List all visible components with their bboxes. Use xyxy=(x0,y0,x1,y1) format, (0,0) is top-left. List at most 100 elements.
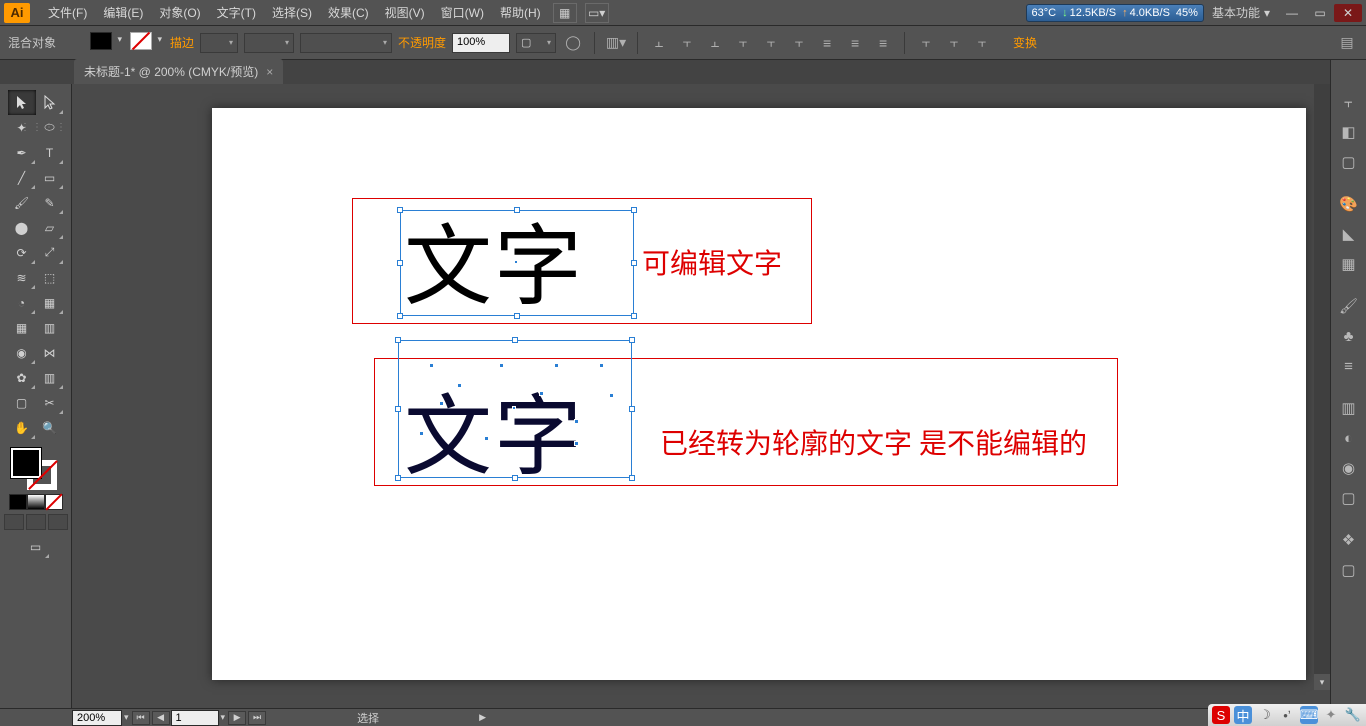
tray-sogou-icon[interactable]: S xyxy=(1212,706,1230,724)
stroke-color-well[interactable] xyxy=(130,32,152,50)
appearance-panel-icon[interactable]: ◉ xyxy=(1335,456,1363,480)
prev-artboard-button[interactable]: ◀ xyxy=(152,711,170,725)
free-transform-tool[interactable]: ⬚ xyxy=(36,265,64,290)
distribute-hcenter-icon[interactable]: ⫟ xyxy=(943,32,965,54)
eyedropper-tool[interactable]: ◉ xyxy=(8,340,36,365)
menu-view[interactable]: 视图(V) xyxy=(377,0,433,25)
menu-window[interactable]: 窗口(W) xyxy=(433,0,492,25)
last-artboard-button[interactable]: ⏭ xyxy=(248,711,266,725)
stroke-label[interactable]: 描边 xyxy=(170,34,194,51)
transform-panel-icon[interactable]: ▢ xyxy=(1335,150,1363,174)
line-tool[interactable]: ╱ xyxy=(8,165,36,190)
scale-tool[interactable]: ⤢ xyxy=(36,240,64,265)
align-vcenter-icon[interactable]: ⫟ xyxy=(760,32,782,54)
color-mode-swatch[interactable] xyxy=(9,494,27,510)
window-maximize[interactable]: ▭ xyxy=(1306,4,1334,22)
distribute-top-icon[interactable]: ≡ xyxy=(816,32,838,54)
graphic-style-dropdown[interactable]: ▢▾ xyxy=(516,33,556,53)
brushes-panel-icon[interactable]: 🖌 xyxy=(1335,294,1363,318)
scroll-down-icon[interactable]: ▾ xyxy=(1314,674,1330,690)
gradient-panel-icon[interactable]: ▥ xyxy=(1335,396,1363,420)
pathfinder-panel-icon[interactable]: ◧ xyxy=(1335,120,1363,144)
gradient-mode-swatch[interactable] xyxy=(27,494,45,510)
align-hcenter-icon[interactable]: ⫟ xyxy=(676,32,698,54)
selection-bounding-box-1[interactable] xyxy=(400,210,634,316)
shape-builder-tool[interactable]: ◔ xyxy=(8,290,36,315)
zoom-field[interactable]: 200% xyxy=(72,710,122,726)
swatches-panel-icon[interactable]: ▦ xyxy=(1335,252,1363,276)
opacity-value-field[interactable]: 100% xyxy=(452,33,510,53)
tray-ime-icon[interactable]: 中 xyxy=(1234,706,1252,724)
lasso-tool[interactable]: ⬭ xyxy=(36,115,64,140)
zoom-chevron-icon[interactable]: ▾ xyxy=(124,712,129,723)
tray-comma-icon[interactable]: •ʼ xyxy=(1278,706,1296,724)
arrange-documents-icon[interactable]: ▦ xyxy=(553,3,577,23)
type-tool[interactable]: T xyxy=(36,140,64,165)
color-guide-panel-icon[interactable]: ◣ xyxy=(1335,222,1363,246)
document-tab[interactable]: 未标题-1* @ 200% (CMYK/预览) × xyxy=(74,59,283,84)
menu-file[interactable]: 文件(F) xyxy=(40,0,95,25)
distribute-left-icon[interactable]: ⫟ xyxy=(915,32,937,54)
selection-bounding-box-2[interactable] xyxy=(398,340,632,478)
recolor-artwork-icon[interactable]: ◯ xyxy=(562,32,584,54)
opacity-label[interactable]: 不透明度 xyxy=(398,34,446,51)
draw-behind-icon[interactable] xyxy=(26,514,46,530)
distribute-bottom-icon[interactable]: ≡ xyxy=(872,32,894,54)
pen-tool[interactable]: ✒ xyxy=(8,140,36,165)
menu-select[interactable]: 选择(S) xyxy=(264,0,320,25)
status-flyout-icon[interactable]: ▶ xyxy=(479,712,486,723)
fill-color-well[interactable] xyxy=(90,32,112,50)
color-panel-icon[interactable]: 🎨 xyxy=(1335,192,1363,216)
transform-label[interactable]: 变换 xyxy=(1013,34,1037,51)
align-panel-icon[interactable]: ⫟ xyxy=(1335,90,1363,114)
window-minimize[interactable]: — xyxy=(1278,4,1306,22)
workspace-switcher[interactable]: 基本功能▾ xyxy=(1212,4,1270,21)
mesh-tool[interactable]: ▦ xyxy=(8,315,36,340)
window-close[interactable]: ✕ xyxy=(1334,4,1362,22)
width-tool[interactable]: ≋ xyxy=(8,265,36,290)
blob-brush-tool[interactable]: ⬤ xyxy=(8,215,36,240)
rectangle-tool[interactable]: ▭ xyxy=(36,165,64,190)
distribute-vcenter-icon[interactable]: ≡ xyxy=(844,32,866,54)
rotate-tool[interactable]: ⟳ xyxy=(8,240,36,265)
align-panel-icon[interactable]: ▥▾ xyxy=(605,32,627,54)
canvas-area[interactable]: 文字 文字 可编辑文字 已经转为轮廓的文字 是不能编辑的 ▴ xyxy=(72,60,1330,708)
menu-type[interactable]: 文字(T) xyxy=(209,0,264,25)
transparency-panel-icon[interactable]: ◐ xyxy=(1335,426,1363,450)
fill-stroke-control[interactable] xyxy=(9,448,63,490)
menu-object[interactable]: 对象(O) xyxy=(151,0,208,25)
variable-width-profile-dropdown[interactable]: ▾ xyxy=(244,33,294,53)
artboard-chevron-icon[interactable]: ▾ xyxy=(221,712,226,723)
fill-color-chevron-icon[interactable]: ▾ xyxy=(117,34,122,45)
layers-panel-icon[interactable]: ❖ xyxy=(1335,528,1363,552)
options-flyout-icon[interactable]: ▤ xyxy=(1336,32,1358,54)
menu-edit[interactable]: 编辑(E) xyxy=(95,0,151,25)
close-tab-icon[interactable]: × xyxy=(266,65,273,79)
eraser-tool[interactable]: ▱ xyxy=(36,215,64,240)
magic-wand-tool[interactable]: ✦ xyxy=(8,115,36,140)
draw-inside-icon[interactable] xyxy=(48,514,68,530)
none-mode-swatch[interactable] xyxy=(45,494,63,510)
column-graph-tool[interactable]: ▥ xyxy=(36,365,64,390)
fill-swatch[interactable] xyxy=(11,448,41,478)
tray-star-icon[interactable]: ✦ xyxy=(1322,706,1340,724)
align-left-icon[interactable]: ⫠ xyxy=(648,32,670,54)
graphic-styles-panel-icon[interactable]: ▢ xyxy=(1335,486,1363,510)
menu-effect[interactable]: 效果(C) xyxy=(320,0,377,25)
brush-definition-dropdown[interactable]: ▾ xyxy=(300,33,392,53)
menu-help[interactable]: 帮助(H) xyxy=(492,0,549,25)
next-artboard-button[interactable]: ▶ xyxy=(228,711,246,725)
tray-moon-icon[interactable]: ☽ xyxy=(1256,706,1274,724)
align-bottom-icon[interactable]: ⫟ xyxy=(788,32,810,54)
perspective-grid-tool[interactable]: ▦ xyxy=(36,290,64,315)
first-artboard-button[interactable]: ⏮ xyxy=(132,711,150,725)
tray-wrench-icon[interactable]: 🔧 xyxy=(1344,706,1362,724)
distribute-right-icon[interactable]: ⫟ xyxy=(971,32,993,54)
align-right-icon[interactable]: ⫠ xyxy=(704,32,726,54)
draw-normal-icon[interactable] xyxy=(4,514,24,530)
artboard-number-field[interactable]: 1 xyxy=(171,710,219,726)
hand-tool[interactable]: ✋ xyxy=(8,415,36,440)
slice-tool[interactable]: ✂ xyxy=(36,390,64,415)
selection-tool[interactable] xyxy=(8,90,36,115)
artboard-tool[interactable]: ▢ xyxy=(8,390,36,415)
